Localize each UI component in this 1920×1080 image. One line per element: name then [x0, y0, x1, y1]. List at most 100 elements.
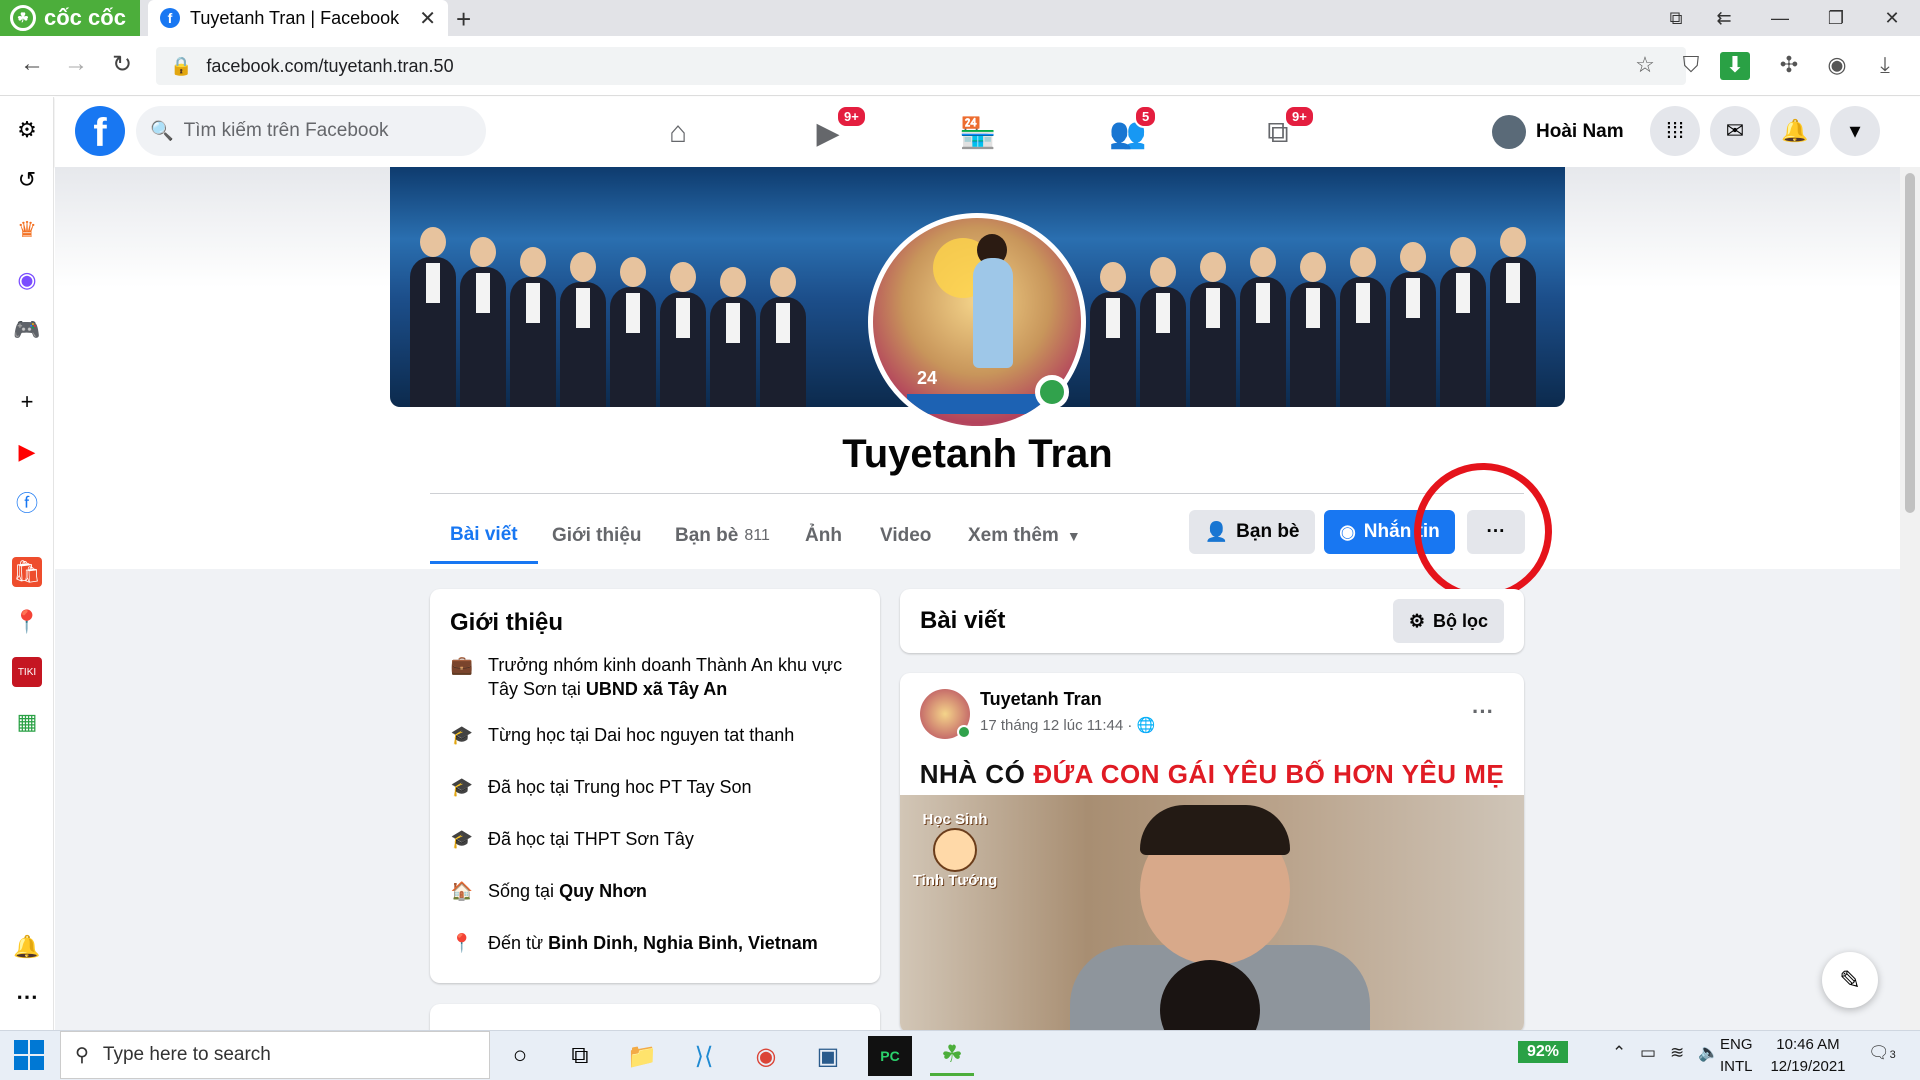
post-media[interactable]: NHÀ CÓ ĐỨA CON GÁI YÊU BỐ HƠN YÊU MẸ Học …: [900, 753, 1524, 1033]
map-pin-icon[interactable]: 📍: [12, 607, 42, 637]
new-tab-button[interactable]: +: [456, 4, 471, 35]
tab-about[interactable]: Giới thiệu: [552, 508, 642, 564]
task-view-icon[interactable]: ⧉: [558, 1036, 602, 1076]
coccoc-menu-button[interactable]: ☘ cốc cốc: [0, 0, 140, 36]
more-dots-icon[interactable]: ⋯: [12, 982, 42, 1012]
marketplace-icon[interactable]: 🏪: [948, 110, 1008, 156]
sticker-logo: Học Sinh Tinh Tướng: [900, 795, 1010, 905]
notifications-icon[interactable]: 🔔: [1770, 106, 1820, 156]
messenger-side-icon[interactable]: ◉: [12, 265, 42, 295]
caret-down-icon: ▼: [1066, 528, 1081, 544]
close-window-button[interactable]: ✕: [1864, 0, 1920, 36]
intro-item-bold[interactable]: Quy Nhơn: [559, 881, 647, 901]
user-profile-link[interactable]: Hoài Nam: [1492, 114, 1624, 150]
post-options-icon[interactable]: ···: [1472, 699, 1494, 725]
crown-icon[interactable]: ♛: [12, 215, 42, 245]
download-green-icon[interactable]: ⬇: [1720, 52, 1750, 80]
filter-button[interactable]: ⚙ Bộ lọc: [1392, 599, 1504, 643]
video-person-hair: [1140, 805, 1290, 855]
intro-item-text: Từng học tại Dai hoc nguyen tat thanh: [488, 725, 795, 745]
url-bar[interactable]: 🔒 facebook.com/tuyetanh.tran.50: [156, 47, 1686, 85]
battery-icon[interactable]: ▭: [1640, 1043, 1656, 1063]
friends-button[interactable]: 👤 Bạn bè: [1189, 510, 1315, 554]
intro-item-bold[interactable]: UBND xã Tây An: [586, 679, 727, 699]
intro-item-lives: 🏠 Sống tại Quy Nhơn: [450, 879, 870, 903]
restore-button[interactable]: ❐: [1808, 0, 1864, 36]
tab-label: Xem thêm: [968, 525, 1059, 546]
shield-icon[interactable]: ⛉: [1676, 52, 1706, 78]
coccoc-taskbar-icon[interactable]: ☘: [930, 1036, 974, 1076]
close-tab-icon[interactable]: ✕: [419, 6, 436, 31]
intro-item-work: 💼 Trưởng nhóm kinh doanh Thành An khu vực…: [450, 653, 870, 701]
shopee-icon[interactable]: 🛍: [12, 557, 42, 587]
clock[interactable]: 10:46 AM 12/19/2021: [1758, 1034, 1858, 1078]
reload-button[interactable]: ↻: [106, 50, 138, 79]
home-icon[interactable]: ⌂: [648, 110, 708, 156]
notification-center-icon[interactable]: 🗨3: [1868, 1043, 1896, 1063]
scrollbar-thumb[interactable]: [1905, 173, 1915, 513]
search-icon: 🔍: [150, 121, 174, 142]
intro-item-education-3: 🎓 Đã học tại THPT Sơn Tây: [450, 827, 870, 851]
back-button[interactable]: ←: [16, 50, 48, 78]
avatar-person-body: [973, 258, 1013, 368]
post-author-name[interactable]: Tuyetanh Tran: [980, 689, 1102, 710]
chrome-icon[interactable]: ◉: [744, 1036, 788, 1076]
sheet-icon[interactable]: ▦: [12, 707, 42, 737]
page-scrollbar[interactable]: [1900, 167, 1920, 1030]
watch-badge: 9+: [836, 105, 867, 128]
file-explorer-icon[interactable]: 📁: [620, 1036, 664, 1076]
tab-more[interactable]: Xem thêm ▼: [968, 508, 1081, 564]
tray-chevron-icon[interactable]: ⌃: [1612, 1043, 1626, 1063]
settings-gear-icon[interactable]: ⚙: [12, 115, 42, 145]
facebook-logo-icon[interactable]: f: [75, 106, 125, 156]
menu-grid-icon[interactable]: ⁞⁞⁞: [1650, 106, 1700, 156]
caption-black: NHÀ CÓ: [919, 758, 1026, 789]
notification-bell-icon[interactable]: 🔔: [12, 932, 42, 962]
tab-posts[interactable]: Bài viết: [430, 508, 538, 564]
taskbar-search-input[interactable]: ⚲ Type here to search: [60, 1031, 490, 1079]
bookmark-star-icon[interactable]: ☆: [1630, 52, 1660, 78]
tab-label: Video: [880, 525, 932, 546]
tiki-icon[interactable]: TIKI: [12, 657, 42, 687]
profile-divider: [430, 493, 1524, 494]
volume-icon[interactable]: 🔈: [1698, 1043, 1719, 1063]
filter-label: Bộ lọc: [1432, 610, 1488, 631]
account-dropdown-icon[interactable]: ▾: [1830, 106, 1880, 156]
gamepad-icon[interactable]: 🎮: [12, 315, 42, 345]
minimize-button[interactable]: —: [1752, 0, 1808, 36]
post-timestamp[interactable]: 17 tháng 12 lúc 11:44 · 🌐: [980, 716, 1155, 734]
browser-tab[interactable]: f Tuyetanh Tran | Facebook ✕: [148, 0, 448, 36]
history-icon[interactable]: ↺: [12, 165, 42, 195]
wifi-icon[interactable]: ≋: [1670, 1043, 1684, 1063]
posts-title: Bài viết: [920, 607, 1006, 634]
back-arrow-icon[interactable]: ⇇: [1696, 0, 1752, 36]
windows-start-icon[interactable]: [14, 1040, 44, 1070]
intro-item-bold[interactable]: Binh Dinh, Nghia Binh, Vietnam: [548, 933, 818, 953]
vscode-icon[interactable]: ⟩⟨: [682, 1036, 726, 1076]
facebook-side-icon[interactable]: ⓕ: [12, 487, 42, 517]
input-language[interactable]: ENG INTL: [1720, 1034, 1753, 1078]
forward-button[interactable]: →: [60, 50, 92, 78]
downloads-icon[interactable]: ⤓: [1870, 52, 1900, 78]
cover-person: [1390, 242, 1436, 407]
clock-date: 12/19/2021: [1770, 1058, 1846, 1075]
cover-person: [1090, 262, 1136, 407]
graduation-cap-icon: 🎓: [450, 777, 474, 797]
profile-icon[interactable]: ◉: [1822, 52, 1852, 78]
cortana-icon[interactable]: ○: [498, 1036, 542, 1076]
tab-label: Ảnh: [805, 525, 842, 546]
new-message-icon[interactable]: ✎: [1822, 952, 1878, 1008]
tab-video[interactable]: Video: [880, 508, 931, 564]
intro-text: Sống tại Quy Nhơn: [488, 879, 647, 903]
lang-top: ENG: [1720, 1036, 1753, 1053]
tab-friends[interactable]: Bạn bè 811: [675, 508, 770, 564]
cover-person: [1190, 252, 1236, 407]
extensions-icon[interactable]: ✣: [1774, 52, 1804, 78]
messenger-icon[interactable]: ✉: [1710, 106, 1760, 156]
tab-photos[interactable]: Ảnh: [805, 508, 842, 564]
add-icon[interactable]: +: [12, 387, 42, 417]
facebook-search-input[interactable]: 🔍 Tìm kiếm trên Facebook: [136, 106, 486, 156]
intro-item-from: 📍 Đến từ Binh Dinh, Nghia Binh, Vietnam: [450, 931, 870, 955]
app-icon[interactable]: ▣: [806, 1036, 850, 1076]
pycharm-icon[interactable]: PC: [868, 1036, 912, 1076]
